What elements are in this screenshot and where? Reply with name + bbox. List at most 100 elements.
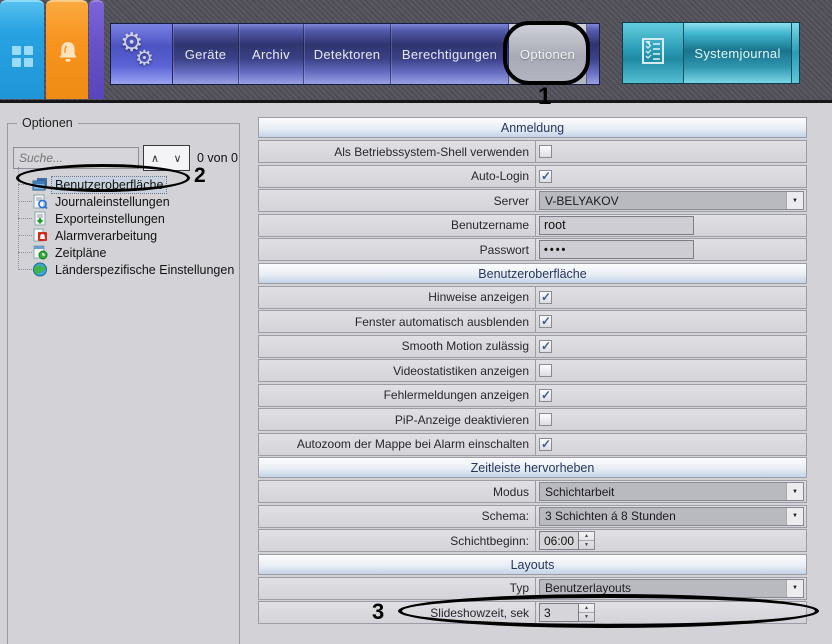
systemjournal-icon-button[interactable] xyxy=(623,23,684,83)
spinner-up-button[interactable] xyxy=(579,604,594,613)
chevron-down-icon[interactable] xyxy=(786,579,803,597)
tree-item-alarmverarbeitung[interactable]: Alarmverarbeitung xyxy=(14,227,236,244)
alarm-icon xyxy=(32,228,48,243)
settings-row: Als Betriebssystem-Shell verwenden xyxy=(258,140,807,163)
tree-item-zeitpl-ne[interactable]: Zeitpläne xyxy=(14,244,236,261)
journal-icon xyxy=(32,194,48,209)
settings-row: Typ Benutzerlayouts xyxy=(258,576,807,600)
checkbox[interactable] xyxy=(539,339,552,353)
spinner-value[interactable]: 06:00 xyxy=(539,531,579,550)
spinner-buttons xyxy=(579,603,595,622)
main-toolbar: ⚙ ⚙ Geräte Archiv Detektoren Berechtigungen… xyxy=(110,23,600,85)
tree-item-label: Länderspezifische Einstellungen xyxy=(55,262,235,277)
systemjournal-button[interactable]: Systemjournal xyxy=(684,23,791,83)
spinner-up-button[interactable] xyxy=(579,532,594,541)
chevron-down-icon[interactable] xyxy=(786,507,803,525)
section-header: Benutzeroberfläche xyxy=(258,262,807,284)
settings-row: Fenster automatisch ausblenden xyxy=(258,310,807,333)
tree-item-label: Benutzeroberfläche xyxy=(50,175,168,194)
row-control-cell xyxy=(536,434,806,455)
menu-item-archiv[interactable]: Archiv xyxy=(239,24,304,84)
settings-row: Smooth Motion zulässig xyxy=(258,334,807,358)
menu-item-berechtigungen[interactable]: Berechtigungen xyxy=(391,24,509,84)
tree-item-label: Zeitpläne xyxy=(55,245,107,260)
row-control-cell xyxy=(536,166,806,187)
spinner-value[interactable]: 3 xyxy=(539,603,579,622)
tree-item-l-nderspezifische-einstellungen[interactable]: Länderspezifische Einstellungen xyxy=(14,261,236,278)
settings-row: Server V-BELYAKOV xyxy=(258,189,807,212)
settings-panel: Anmeldung Als Betriebssystem-Shell verwen… xyxy=(258,117,807,626)
row-label: Server xyxy=(259,190,536,211)
row-control-cell xyxy=(536,141,806,162)
dropdown[interactable]: 3 Schichten á 8 Stunden xyxy=(539,506,804,526)
alarm-tab[interactable] xyxy=(46,0,88,99)
tree-item-label: Exporteinstellungen xyxy=(55,211,165,226)
dropdown[interactable]: V-BELYAKOV xyxy=(539,191,804,210)
dropdown-value: 3 Schichten á 8 Stunden xyxy=(545,509,676,523)
dropdown[interactable]: Benutzerlayouts xyxy=(539,578,804,598)
dropdown[interactable]: Schichtarbeit xyxy=(539,482,804,501)
settings-row: Hinweise anzeigen xyxy=(258,285,807,309)
row-label: Typ xyxy=(259,577,536,599)
settings-row: Benutzername root xyxy=(258,213,807,237)
row-label: Smooth Motion zulässig xyxy=(259,335,536,357)
checkbox[interactable] xyxy=(539,364,552,377)
search-row: ∧ ∨ 0 von 0 xyxy=(13,145,238,171)
row-label: PiP-Anzeige deaktivieren xyxy=(259,409,536,430)
tree-item-exporteinstellungen[interactable]: Exporteinstellungen xyxy=(14,210,236,227)
chevron-down-icon[interactable] xyxy=(786,192,803,209)
section-header: Layouts xyxy=(258,553,807,575)
row-control-cell: 06:00 xyxy=(536,530,806,551)
purple-tab[interactable] xyxy=(89,0,104,99)
menu-item-detektoren[interactable]: Detektoren xyxy=(304,24,391,84)
menu-item-geräte[interactable]: Geräte xyxy=(173,24,239,84)
spinner-field: 06:00 xyxy=(539,531,595,550)
schedule-icon xyxy=(32,245,48,260)
checkbox[interactable] xyxy=(539,437,552,451)
search-prev-button[interactable]: ∧ xyxy=(143,145,167,171)
checkbox[interactable] xyxy=(539,290,552,304)
dropdown-value: V-BELYAKOV xyxy=(545,193,619,208)
settings-row: Fehlermeldungen anzeigen xyxy=(258,383,807,407)
search-next-button[interactable]: ∨ xyxy=(166,145,190,171)
row-label: Schichtbeginn: xyxy=(259,530,536,551)
row-label: Hinweise anzeigen xyxy=(259,286,536,308)
row-control-cell: root xyxy=(536,215,806,236)
tree-connector xyxy=(18,269,32,270)
checkbox[interactable] xyxy=(539,169,552,183)
checkbox[interactable] xyxy=(539,388,552,402)
row-label: Fenster automatisch ausblenden xyxy=(259,311,536,332)
tree-item-label: Alarmverarbeitung xyxy=(55,228,158,243)
chevron-down-icon[interactable] xyxy=(786,483,803,500)
row-control-cell xyxy=(536,385,806,406)
dropdown-value: Benutzerlayouts xyxy=(545,581,632,595)
checkbox[interactable] xyxy=(539,413,552,426)
systemjournal-group: Systemjournal xyxy=(622,22,800,84)
tree-item-journaleinstellungen[interactable]: Journaleinstellungen xyxy=(14,193,236,210)
apps-tab[interactable] xyxy=(0,0,44,99)
export-icon xyxy=(32,211,48,226)
settings-row: Modus Schichtarbeit xyxy=(258,480,807,503)
spinner-down-button[interactable] xyxy=(579,613,594,621)
settings-row: Auto-Login xyxy=(258,164,807,188)
section-header: Zeitleiste hervorheben xyxy=(258,457,807,478)
menu-item-optionen[interactable]: Optionen xyxy=(509,24,587,84)
row-label: Slideshowzeit, sek xyxy=(259,602,536,623)
row-label: Als Betriebssystem-Shell verwenden xyxy=(259,141,536,162)
settings-gears-button[interactable]: ⚙ ⚙ xyxy=(111,24,173,84)
tree-item-benutzeroberflaeche[interactable]: Benutzeroberfläche xyxy=(14,175,236,194)
text-field[interactable]: root xyxy=(539,215,694,235)
row-control-cell: V-BELYAKOV xyxy=(536,190,806,211)
row-label: Autozoom der Mappe bei Alarm einschalten xyxy=(259,433,536,455)
row-label: Benutzername xyxy=(259,214,536,236)
row-control-cell: 3 Schichten á 8 Stunden xyxy=(536,506,806,527)
checkbox[interactable] xyxy=(539,145,552,158)
spinner-field: 3 xyxy=(539,603,595,622)
row-label: Modus xyxy=(259,481,536,502)
search-input[interactable] xyxy=(13,147,139,169)
spinner-down-button[interactable] xyxy=(579,541,594,549)
password-field[interactable]: •••• xyxy=(539,240,694,259)
checkbox[interactable] xyxy=(539,314,552,328)
row-label: Passwort xyxy=(259,239,536,260)
